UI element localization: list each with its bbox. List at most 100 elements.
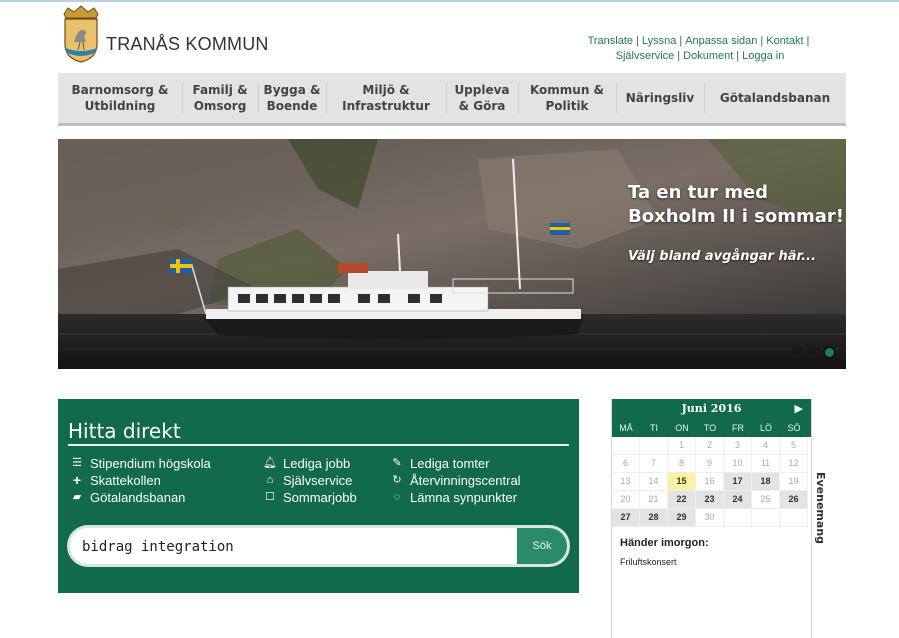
search-input[interactable] (80, 528, 504, 564)
nav-item-gotalandsbanan[interactable]: Götalandsbanan (704, 81, 846, 115)
calendar-empty-cell (612, 437, 640, 455)
main-navigation: Barnomsorg & Utbildning Familj & Omsorg … (58, 73, 846, 126)
weekday-label: MÅ (619, 423, 633, 433)
comment-icon: ◌ (393, 491, 401, 503)
weekday-label: LÖ (759, 423, 772, 433)
calendar-day: 25 (752, 491, 780, 509)
calendar-day[interactable]: 28 (640, 509, 668, 527)
calendar-day: 10 (724, 455, 752, 473)
calendar-day: 16 (696, 473, 724, 491)
calendar-month: Juni 2016 (681, 402, 742, 415)
self-service-link[interactable]: Självservice (616, 50, 675, 62)
calendar-day[interactable]: 23 (696, 491, 724, 509)
calendar-day[interactable]: 18 (752, 473, 780, 491)
quick-links-panel: Hitta direkt ☰ Stipendium högskola + Skatt… (58, 399, 579, 593)
quick-link-stipendium[interactable]: ☰ Stipendium högskola (70, 455, 211, 472)
login-link[interactable]: Logga in (742, 50, 784, 62)
quick-link-sjalvservice[interactable]: ⌂ Självservice (263, 472, 357, 489)
bell-icon: 🔔︎ (263, 457, 277, 469)
refresh-icon: ↻ (392, 474, 402, 486)
top-border (0, 0, 899, 2)
slide-indicators (791, 346, 836, 359)
calendar-empty-cell (780, 509, 808, 527)
calendar-day: 13 (612, 473, 640, 491)
weekday-label: SÖ (787, 423, 801, 433)
weekday-label: ON (675, 423, 689, 433)
quick-link-synpunkter[interactable]: ◌ Lämna synpunkter (390, 489, 521, 506)
quick-link-lediga-jobb[interactable]: 🔔︎ Lediga jobb (263, 455, 357, 472)
contact-link[interactable]: Kontakt (766, 35, 803, 47)
home-icon: ⌂ (266, 474, 274, 486)
book-icon: ▰ (72, 491, 82, 503)
calendar-day: 9 (696, 455, 724, 473)
weekday-label: TO (703, 423, 717, 433)
tomorrow-event[interactable]: Friluftskonsert (612, 557, 811, 567)
divider (68, 444, 569, 446)
calendar-weekdays: MÅ TI ON TO FR LÖ SÖ (612, 419, 811, 437)
tomorrow-heading: Händer imorgon: (620, 537, 709, 549)
listen-link[interactable]: Lyssna (642, 35, 676, 47)
calendar-day: 6 (612, 455, 640, 473)
square-icon: ☐ (265, 491, 275, 503)
quick-link-lediga-tomter[interactable]: ✎ Lediga tomter (390, 455, 521, 472)
site-brand[interactable]: TRANÅS KOMMUN (106, 34, 269, 55)
events-side-tab[interactable]: Evenemang (814, 472, 827, 544)
calendar-empty-cell (640, 437, 668, 455)
hero-subtitle[interactable]: Välj bland avgångar här... (628, 249, 816, 264)
nav-item-familj[interactable]: Familj & Omsorg (182, 81, 258, 115)
calendar-empty-cell (724, 509, 752, 527)
quick-link-skattekollen[interactable]: + Skattekollen (70, 472, 211, 489)
nav-item-kommun[interactable]: Kommun & Politik (518, 81, 616, 115)
calendar-empty-cell (752, 509, 780, 527)
calendar-day[interactable]: 15 (668, 473, 696, 491)
calendar-day[interactable]: 22 (668, 491, 696, 509)
nav-item-barnomsorg[interactable]: Barnomsorg & Utbildning (58, 81, 182, 115)
calendar-day[interactable]: 27 (612, 509, 640, 527)
calendar-day[interactable]: 26 (780, 491, 808, 509)
calendar-day: 19 (780, 473, 808, 491)
hero-title[interactable]: Ta en tur med Boxholm II i sommar! (628, 181, 844, 229)
next-month-icon[interactable]: ▶ (795, 399, 803, 419)
quick-link-gotalandsbanan[interactable]: ▰ Götalandsbanan (70, 489, 211, 506)
slide-dot-2[interactable] (807, 346, 820, 359)
documents-link[interactable]: Dokument (683, 50, 733, 62)
calendar-day: 5 (780, 437, 808, 455)
calendar-day[interactable]: 29 (668, 509, 696, 527)
quick-link-sommarjobb[interactable]: ☐ Sommarjobb (263, 489, 357, 506)
calendar-day: 8 (668, 455, 696, 473)
nav-item-bygga[interactable]: Bygga & Boende (258, 81, 326, 115)
calendar-day: 14 (640, 473, 668, 491)
translate-link[interactable]: Translate (588, 35, 633, 47)
calendar-grid: 1 2 3 4 5 6 7 8 9 10 11 12 13 14 15 16 17 18 19 20 21 22 23 24 2… (612, 437, 811, 527)
slide-dot-3[interactable] (823, 346, 836, 359)
quick-links-column-2: 🔔︎ Lediga jobb ⌂ Självservice ☐ Sommarjobb (263, 455, 357, 506)
calendar-day: 11 (752, 455, 780, 473)
slide-dot-1[interactable] (791, 346, 804, 359)
event-calendar: Juni 2016 ▶ MÅ TI ON TO FR LÖ SÖ 1234567… (611, 399, 812, 638)
quick-link-atervinningscentral[interactable]: ↻ Återvinningscentral (390, 472, 520, 489)
nav-item-uppleva[interactable]: Uppleva & Göra (446, 81, 518, 115)
calendar-day: 21 (640, 491, 668, 509)
nav-item-naringsliv[interactable]: Näringsliv (616, 81, 704, 115)
adjust-page-link[interactable]: Anpassa sidan (685, 35, 757, 47)
weekday-label: FR (732, 423, 744, 433)
calendar-day: 3 (724, 437, 752, 455)
calendar-day: 12 (780, 455, 808, 473)
nav-item-miljo[interactable]: Miljö & Infrastruktur (326, 81, 446, 115)
coat-of-arms-logo[interactable] (60, 4, 102, 64)
search-box: Sök (70, 528, 567, 564)
list-icon: ☰ (72, 457, 82, 469)
hero-banner[interactable]: Ta en tur med Boxholm II i sommar! Välj … (58, 139, 846, 369)
calendar-day: 30 (696, 509, 724, 527)
calendar-day: 20 (612, 491, 640, 509)
quick-links-column-3: ✎ Lediga tomter ↻ Återvinningscentral ◌ Läm… (390, 455, 521, 506)
calendar-header: Juni 2016 ▶ (612, 399, 811, 419)
calendar-day: 2 (696, 437, 724, 455)
quick-links-column-1: ☰ Stipendium högskola + Skattekollen ▰ Göta… (70, 455, 211, 506)
calendar-day[interactable]: 24 (724, 491, 752, 509)
edit-icon: ✎ (392, 457, 402, 469)
quick-links-title: Hitta direkt (68, 419, 181, 443)
calendar-day[interactable]: 17 (724, 473, 752, 491)
search-button[interactable]: Sök (517, 528, 567, 564)
weekday-label: TI (650, 423, 658, 433)
